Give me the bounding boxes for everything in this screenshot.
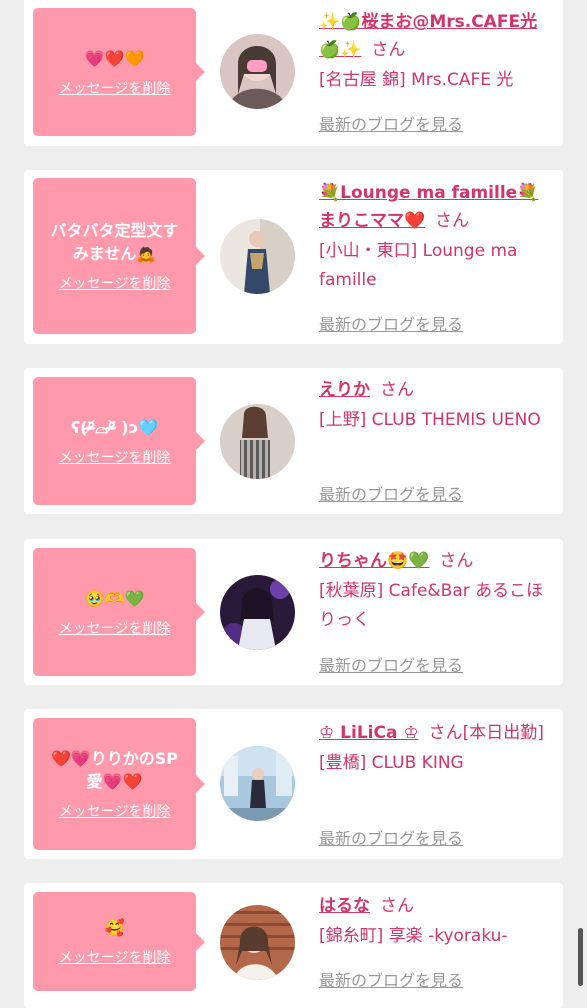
cast-name[interactable]: りちゃん🤩💚 [319, 551, 429, 571]
delete-message-link[interactable]: メッセージを削除 [59, 78, 171, 98]
latest-blog-link[interactable]: 最新のブログを見る [319, 111, 463, 135]
latest-blog-link[interactable]: 最新のブログを見る [319, 652, 463, 676]
delete-message-link[interactable]: メッセージを削除 [59, 273, 171, 293]
message-card: バタバタ定型文すみません🙇 メッセージを削除 💐Lounge ma famill… [24, 170, 563, 344]
honorific: さん [428, 723, 463, 743]
message-text: バタバタ定型文すみません🙇 [50, 221, 179, 263]
cast-name-link[interactable]: 💐Lounge ma famille💐まりこママ❤️ さん [319, 179, 549, 235]
message-text: 💗❤️🧡 [84, 48, 145, 68]
shop-name: [秋葉原] Cafe&Bar あるこほりっく [319, 581, 544, 630]
cast-name-link[interactable]: ♔ LiLiCa ♔ さん[本日出勤] [319, 719, 549, 747]
message-text: ❤️💗りりかのSP愛💗❤️ [50, 749, 179, 791]
cast-name[interactable]: ✨🍏桜まお@Mrs.CAFE光🍏✨ [319, 12, 537, 60]
cast-name-link[interactable]: ✨🍏桜まお@Mrs.CAFE光🍏✨ さん [319, 8, 549, 64]
message-bubble: ʕ(ᵒ̴̶̷᷄⌓ᵒ̴̶̷᷅ )ɔ🩵 メッセージを削除 [33, 377, 205, 505]
message-bubble: ❤️💗りりかのSP愛💗❤️ メッセージを削除 [33, 718, 205, 850]
cast-name[interactable]: はるな [319, 896, 370, 916]
honorific: さん [439, 551, 474, 571]
shop-name: [錦糸町] 享楽 -kyoraku- [319, 926, 508, 946]
avatar[interactable] [220, 219, 295, 294]
avatar[interactable] [220, 746, 295, 821]
latest-blog-link[interactable]: 最新のブログを見る [319, 311, 463, 335]
message-text: 🥹🫶💚 [84, 588, 145, 608]
message-bubble: 🥹🫶💚 メッセージを削除 [33, 548, 205, 676]
message-text: ʕ(ᵒ̴̶̷᷄⌓ᵒ̴̶̷᷅ )ɔ🩵 [70, 417, 159, 437]
shop-name: [上野] CLUB THEMIS UENO [319, 410, 541, 430]
honorific: さん [435, 211, 470, 231]
scrollbar[interactable] [578, 928, 583, 986]
delete-message-link[interactable]: メッセージを削除 [59, 447, 171, 467]
latest-blog-link[interactable]: 最新のブログを見る [319, 825, 463, 849]
message-bubble: 🥰 メッセージを削除 [33, 892, 205, 991]
cast-name-link[interactable]: はるな さん [319, 892, 549, 920]
message-card: 🥹🫶💚 メッセージを削除 りちゃん🤩💚 さん [秋葉原] Cafe&Bar あるこ… [24, 539, 563, 685]
message-card: 💗❤️🧡 メッセージを削除 ✨🍏桜まお@Mrs.CAFE光🍏✨ さん [名古屋 錦… [24, 0, 563, 146]
message-bubble: バタバタ定型文すみません🙇 メッセージを削除 [33, 178, 205, 334]
status-note: [本日出勤] [462, 723, 544, 743]
avatar[interactable] [220, 905, 295, 980]
honorific: さん [380, 896, 414, 916]
delete-message-link[interactable]: メッセージを削除 [59, 947, 171, 967]
avatar[interactable] [220, 34, 295, 109]
shop-name: [小山・東口] Lounge ma famille [319, 241, 518, 290]
shop-name: [豊橋] CLUB KING [319, 753, 464, 773]
message-text: 🥰 [104, 918, 125, 937]
cast-name-link[interactable]: えりか さん [319, 376, 549, 404]
shop-name: [名古屋 錦] Mrs.CAFE 光 [319, 70, 514, 90]
honorific: さん [371, 40, 406, 60]
message-card: ❤️💗りりかのSP愛💗❤️ メッセージを削除 ♔ LiLiCa ♔ さん[本日出勤… [24, 709, 563, 859]
cast-name[interactable]: えりか [319, 380, 370, 400]
delete-message-link[interactable]: メッセージを削除 [59, 801, 171, 821]
avatar[interactable] [220, 404, 295, 479]
latest-blog-link[interactable]: 最新のブログを見る [319, 967, 463, 991]
message-card: ʕ(ᵒ̴̶̷᷄⌓ᵒ̴̶̷᷅ )ɔ🩵 メッセージを削除 えりか さん [上野] CL… [24, 368, 563, 514]
cast-name[interactable]: 💐Lounge ma famille💐まりこママ❤️ [319, 183, 538, 231]
honorific: さん [380, 380, 414, 400]
cast-name[interactable]: ♔ LiLiCa ♔ [319, 723, 419, 743]
latest-blog-link[interactable]: 最新のブログを見る [319, 481, 463, 505]
message-card: 🥰 メッセージを削除 はるな さん [錦糸町] 享楽 -kyoraku- 最新のブ… [24, 883, 563, 1008]
delete-message-link[interactable]: メッセージを削除 [59, 618, 171, 638]
message-bubble: 💗❤️🧡 メッセージを削除 [33, 8, 205, 136]
avatar[interactable] [220, 575, 295, 650]
cast-name-link[interactable]: りちゃん🤩💚 さん [319, 547, 549, 575]
